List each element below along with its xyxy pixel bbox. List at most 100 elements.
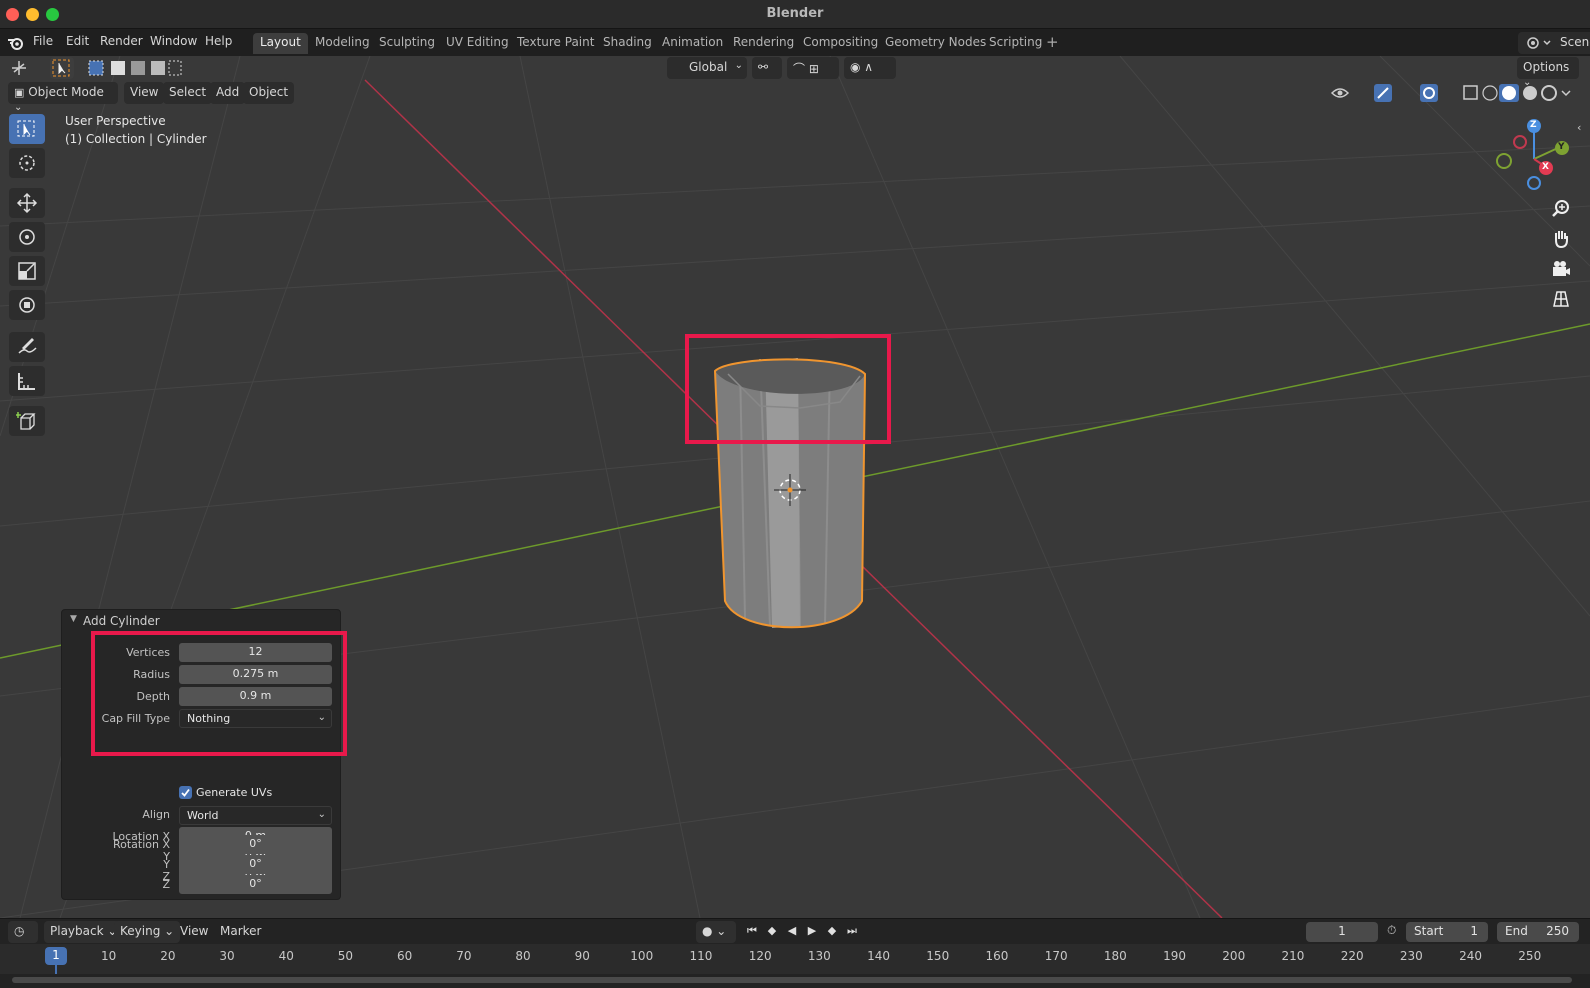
- timeline-menu-playback[interactable]: Playback ⌄: [44, 921, 124, 943]
- rotation-z-field[interactable]: 0°: [179, 875, 332, 894]
- tab-texture-paint[interactable]: Texture Paint: [510, 33, 601, 54]
- cursor-tool[interactable]: [9, 148, 45, 178]
- tab-rendering[interactable]: Rendering: [726, 33, 801, 54]
- tab-scripting[interactable]: Scripting: [982, 33, 1049, 54]
- zoom-magnifier-icon: [1552, 200, 1569, 217]
- viewport-menu-add[interactable]: Add: [210, 82, 246, 104]
- timeline-menu-keying[interactable]: Keying ⌄: [114, 921, 181, 943]
- viewport-menu-view[interactable]: View: [124, 82, 165, 104]
- end-frame-field[interactable]: End 250: [1497, 922, 1579, 942]
- rotation-y-field[interactable]: 0°: [179, 855, 332, 874]
- viewport-display-toggles[interactable]: [1330, 83, 1580, 103]
- tab-compositing[interactable]: Compositing: [796, 33, 885, 54]
- options-dropdown[interactable]: Options ⌄: [1517, 57, 1579, 88]
- scale-tool[interactable]: [9, 256, 45, 286]
- timeline-menu-view[interactable]: View: [174, 921, 214, 943]
- transform-orientation-dropdown[interactable]: Global ⌄: [667, 57, 747, 79]
- tab-shading[interactable]: Shading: [596, 33, 659, 54]
- viewport-menu-select[interactable]: Select: [163, 82, 213, 104]
- current-frame-field[interactable]: 1: [1306, 922, 1378, 942]
- timeline-tick-label: 50: [337, 949, 354, 963]
- menu-help[interactable]: Help: [205, 34, 232, 48]
- selection-mode-icons[interactable]: [87, 59, 183, 77]
- jump-start-icon[interactable]: ⏮: [743, 924, 761, 940]
- object-mode-label: Object Mode: [28, 85, 104, 99]
- 3d-viewport[interactable]: Global ⌄ ⚯ ⌒ ⊞ ◉ ∧ Options ⌄ ▣ Object Mo…: [0, 56, 1590, 918]
- annotate-tool[interactable]: [9, 332, 45, 362]
- cursor-select-icon: [52, 59, 70, 77]
- proportional-editing-dropdown[interactable]: ◉ ∧: [844, 57, 896, 79]
- prev-keyframe-icon[interactable]: ◆: [763, 924, 781, 940]
- add-cylinder-panel-header[interactable]: ▼ Add Cylinder: [62, 610, 340, 632]
- blender-logo-icon[interactable]: [7, 34, 25, 52]
- snap-magnet-icon: ⌒ ⊞: [793, 62, 819, 76]
- gizmo-z-label: Z: [1530, 120, 1537, 130]
- measure-tool[interactable]: [9, 366, 45, 396]
- tab-modeling[interactable]: Modeling: [308, 33, 377, 54]
- timeline-tick-label: 140: [867, 949, 890, 963]
- editor-type-icon[interactable]: [10, 59, 28, 77]
- top-bar: File Edit Render Window Help Layout Mode…: [0, 29, 1590, 56]
- timeline-tick-label: 160: [985, 949, 1009, 963]
- tab-animation[interactable]: Animation: [655, 33, 730, 54]
- sidebar-toggle-icon[interactable]: ‹: [1577, 121, 1581, 134]
- timeline-tick-label: 80: [515, 949, 531, 963]
- record-icon: ● ⌄: [702, 924, 727, 938]
- align-dropdown[interactable]: World ⌄: [179, 806, 332, 825]
- tab-geometry-nodes[interactable]: Geometry Nodes: [878, 33, 993, 54]
- play-icon[interactable]: ▶: [803, 924, 821, 940]
- menu-window[interactable]: Window: [150, 34, 197, 48]
- timeline-tick-label: 200: [1222, 949, 1246, 963]
- editor-type-dropdown[interactable]: ◷: [8, 921, 38, 943]
- viewport-header: ▣ Object Mode ⌄ View Select Add Object: [0, 81, 1590, 113]
- menu-edit[interactable]: Edit: [66, 34, 89, 48]
- stopwatch-icon[interactable]: ⏱: [1387, 923, 1396, 938]
- toggle-perspective-button[interactable]: [1548, 286, 1574, 312]
- add-cube-icon: [16, 412, 36, 430]
- transform-orientation-label: Global: [689, 60, 728, 74]
- move-tool[interactable]: [9, 188, 45, 218]
- timeline-tick-label: 130: [807, 949, 831, 963]
- rotate-tool[interactable]: [9, 222, 45, 252]
- timeline-area[interactable]: 10 20 30 40 50 60 70 80 90 100 110 120 130 140 150 160 1…: [0, 944, 1590, 988]
- transform-icon: [19, 297, 35, 313]
- menu-render[interactable]: Render: [100, 34, 143, 48]
- tab-sculpting[interactable]: Sculpting: [372, 33, 442, 54]
- timeline-tick-label: 30: [219, 949, 235, 963]
- select-box-tool[interactable]: [9, 114, 45, 144]
- add-cube-tool[interactable]: [9, 406, 45, 436]
- tab-uv-editing[interactable]: UV Editing: [439, 33, 516, 54]
- rotation-x-field[interactable]: 0°: [179, 835, 332, 854]
- start-frame-field[interactable]: Start 1: [1406, 922, 1488, 942]
- tab-layout[interactable]: Layout: [253, 33, 308, 54]
- annotate-pencil-icon: [18, 338, 37, 354]
- zoom-view-button[interactable]: [1548, 196, 1574, 222]
- add-workspace-button[interactable]: +: [1046, 33, 1059, 51]
- align-value: World: [187, 809, 219, 822]
- transform-tool[interactable]: [9, 290, 45, 320]
- play-reverse-icon[interactable]: ◀: [783, 924, 801, 940]
- timeline-tick-label: 120: [748, 949, 772, 963]
- select-box-tool-button[interactable]: [50, 57, 74, 79]
- object-mode-icon: ▣: [14, 86, 25, 99]
- window-title: Blender: [766, 6, 824, 21]
- pan-view-button[interactable]: [1548, 226, 1574, 252]
- playhead-frame-indicator[interactable]: 1: [45, 947, 67, 965]
- menu-file[interactable]: File: [33, 34, 53, 48]
- object-mode-dropdown[interactable]: ▣ Object Mode ⌄: [8, 82, 118, 113]
- jump-end-icon[interactable]: ⏭: [843, 924, 861, 940]
- timeline-tick-label: 240: [1459, 949, 1482, 963]
- timeline-menu-marker[interactable]: Marker: [214, 921, 267, 943]
- timeline-header: ◷ Playback ⌄ Keying ⌄ View Marker ● ⌄ ⏮ …: [0, 918, 1590, 944]
- timeline-scrollbar[interactable]: [12, 977, 1572, 983]
- generate-uvs-checkbox[interactable]: [179, 786, 192, 799]
- timeline-tick-label: 40: [278, 949, 294, 963]
- camera-view-button[interactable]: [1548, 256, 1574, 282]
- auto-keying-button[interactable]: ● ⌄: [696, 921, 736, 943]
- next-keyframe-icon[interactable]: ◆: [823, 924, 841, 940]
- snapping-dropdown[interactable]: ⌒ ⊞: [787, 57, 839, 79]
- proportional-icon: ◉ ∧: [850, 60, 874, 74]
- scene-selector[interactable]: Scene: [1518, 32, 1590, 54]
- pivot-point-dropdown[interactable]: ⚯: [752, 57, 782, 79]
- viewport-menu-object[interactable]: Object: [243, 82, 295, 104]
